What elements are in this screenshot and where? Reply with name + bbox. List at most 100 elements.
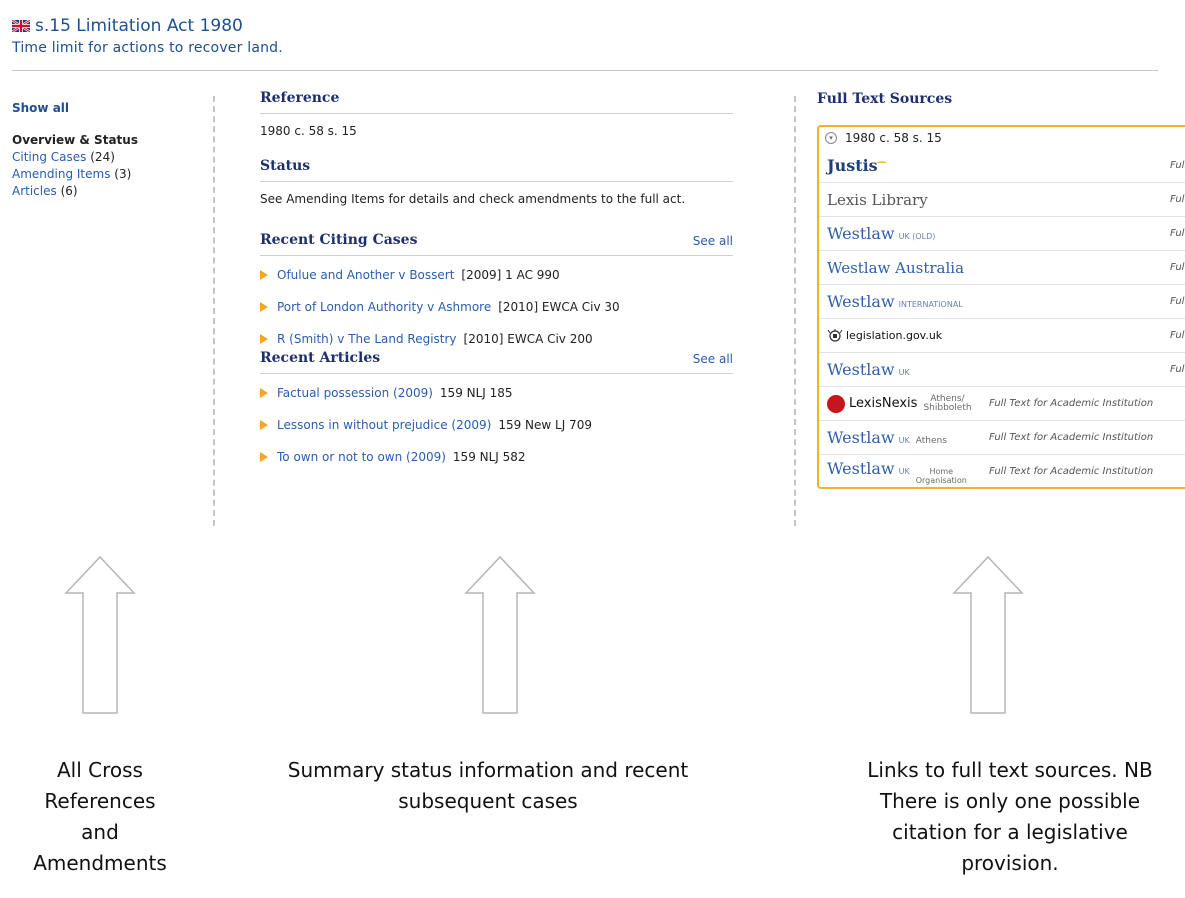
reference-value: 1980 c. 58 s. 15 [260,124,357,138]
caption-middle: Summary status information and recent su… [287,758,689,813]
full-text-sources-panel: ▾ 1980 c. 58 s. 15 Justis⁀ Full Tex Lexi… [817,125,1185,489]
lexisnexis-logo: LexisNexis Athens/Shibboleth [827,394,972,413]
full-text-link[interactable]: Full Tex [1170,262,1185,273]
bullet-triangle-icon [260,270,268,280]
citing-cases-heading-text: Recent Citing Cases [260,232,418,248]
full-text-academic-link[interactable]: Full Text for Academic Institution [989,466,1153,477]
column-divider-right [794,96,796,526]
up-arrow-icon [64,555,136,714]
nav-item-label[interactable]: Articles [12,184,57,198]
article-citation: 159 NLJ 582 [452,450,526,464]
list-item: Ofulue and Another v Bossert [2009] 1 AC… [260,266,733,284]
collapse-icon[interactable]: ▾ [825,132,837,144]
source-row-lexisnexis-athens[interactable]: LexisNexis Athens/Shibboleth Full Text f… [819,387,1185,421]
legislation-logo: legislation.gov.uk [827,328,942,343]
main-content: Reference 1980 c. 58 s. 15 Status See Am… [260,90,733,480]
list-item: To own or not to own (2009) 159 NLJ 582 [260,448,733,466]
reference-heading: Reference [260,90,733,114]
crest-icon [827,328,843,342]
full-text-link[interactable]: Full Tex [1170,296,1185,307]
article-citation: 159 NLJ 185 [439,386,513,400]
page-subtitle: Time limit for actions to recover land. [12,40,283,56]
articles-heading: Recent Articles See all [260,350,733,374]
nav-item-label[interactable]: Amending Items [12,167,110,181]
page-title: s.15 Limitation Act 1980 [35,16,243,36]
case-citation: [2010] EWCA Civ 30 [498,300,620,314]
nav-item-citing-cases[interactable]: Citing Cases (24) [12,150,202,164]
nav-item-count: (24) [90,150,115,164]
citation-row[interactable]: ▾ 1980 c. 58 s. 15 [819,127,1185,149]
westlaw-logo: Westlaw UK Athens [827,428,947,447]
bullet-triangle-icon [260,452,268,462]
case-citation: [2009] 1 AC 990 [461,268,560,282]
full-text-academic-link[interactable]: Full Text for Academic Institution [989,432,1153,443]
page-header: s.15 Limitation Act 1980 Time limit for … [12,16,1162,56]
left-nav: Show all Overview & Status Citing Cases … [12,101,202,198]
source-row-justis[interactable]: Justis⁀ Full Tex [819,149,1185,183]
source-row-westlaw-uk-home[interactable]: Westlaw UK Home Organisation Full Text for… [819,455,1185,487]
justis-logo: Justis ⁀ [827,156,886,175]
articles-list: Factual possession (2009) 159 NLJ 185 Le… [260,374,733,466]
articles-heading-text: Recent Articles [260,350,381,366]
source-row-lexis-library[interactable]: Lexis Library Full Tex [819,183,1185,217]
article-link[interactable]: Lessons in without prejudice (2009) [277,418,491,432]
case-link[interactable]: Ofulue and Another v Bossert [277,268,454,282]
uk-flag-icon [12,20,30,32]
full-text-link[interactable]: Full Tex [1170,194,1185,205]
source-row-legislation[interactable]: legislation.gov.uk Full Tex [819,319,1185,353]
nav-item-count: (3) [114,167,132,181]
status-heading: Status [260,158,733,182]
nav-item-amending-items[interactable]: Amending Items (3) [12,167,202,181]
articles-see-all-link[interactable]: See all [693,352,733,366]
source-row-westlaw-australia[interactable]: Westlaw Australia Full Tex [819,251,1185,285]
case-link[interactable]: Port of London Authority v Ashmore [277,300,491,314]
column-divider-left [213,96,215,526]
nav-item-articles[interactable]: Articles (6) [12,184,202,198]
lexisnexis-mark-icon [827,394,845,413]
source-row-westlaw-uk[interactable]: WestlawUK Full Tex [819,353,1185,387]
westlaw-logo: Westlaw UK Home Organisation [827,458,967,485]
citing-cases-see-all-link[interactable]: See all [693,234,733,248]
full-text-link[interactable]: Full Tex [1170,160,1185,171]
full-text-link[interactable]: Full Tex [1170,228,1185,239]
full-text-link[interactable]: Full Tex [1170,364,1185,375]
citation-text: 1980 c. 58 s. 15 [845,131,942,145]
westlaw-logo: Westlaw UK (OLD) [827,224,936,243]
list-item: Lessons in without prejudice (2009) 159 … [260,416,733,434]
bullet-triangle-icon [260,420,268,430]
nav-item-label[interactable]: Citing Cases [12,150,86,164]
nav-item-count: (6) [60,184,78,198]
status-heading-text: Status [260,158,311,174]
source-row-westlaw-uk-old[interactable]: WestlawUK (OLD) Full Tex [819,217,1185,251]
status-text: See Amending Items for details and check… [260,192,686,206]
caption-left: All Cross References and Amendments [33,758,167,875]
lexis-library-logo: Lexis Library [827,190,928,209]
citing-cases-list: Ofulue and Another v Bossert [2009] 1 AC… [260,256,733,350]
list-item: Port of London Authority v Ashmore [2010… [260,298,733,316]
westlaw-logo: Westlaw INTERNATIONAL [827,292,963,311]
westlaw-logo: Westlaw UK [827,360,910,379]
citing-cases-heading: Recent Citing Cases See all [260,232,733,256]
caption-right: Links to full text sources. NB There is … [867,758,1153,875]
bullet-triangle-icon [260,302,268,312]
bullet-triangle-icon [260,388,268,398]
westlaw-australia-logo: Westlaw Australia [827,258,965,277]
article-citation: 159 New LJ 709 [498,418,592,432]
source-row-westlaw-international[interactable]: WestlawINTERNATIONAL Full Tex [819,285,1185,319]
full-text-academic-link[interactable]: Full Text for Academic Institution [989,398,1153,409]
case-citation: [2010] EWCA Civ 200 [463,332,593,346]
list-item: R (Smith) v The Land Registry [2010] EWC… [260,330,733,348]
show-all-link[interactable]: Show all [12,101,202,115]
list-item: Factual possession (2009) 159 NLJ 185 [260,384,733,402]
up-arrow-icon [952,555,1024,714]
article-link[interactable]: To own or not to own (2009) [277,450,446,464]
nav-overview-status[interactable]: Overview & Status [12,133,202,147]
full-text-sources-heading: Full Text Sources [817,91,953,107]
full-text-link[interactable]: Full Tex [1170,330,1185,341]
bullet-triangle-icon [260,334,268,344]
article-link[interactable]: Factual possession (2009) [277,386,433,400]
case-link[interactable]: R (Smith) v The Land Registry [277,332,457,346]
header-divider [12,70,1158,71]
source-row-westlaw-uk-athens[interactable]: Westlaw UK Athens Full Text for Academic … [819,421,1185,455]
up-arrow-icon [464,555,536,714]
